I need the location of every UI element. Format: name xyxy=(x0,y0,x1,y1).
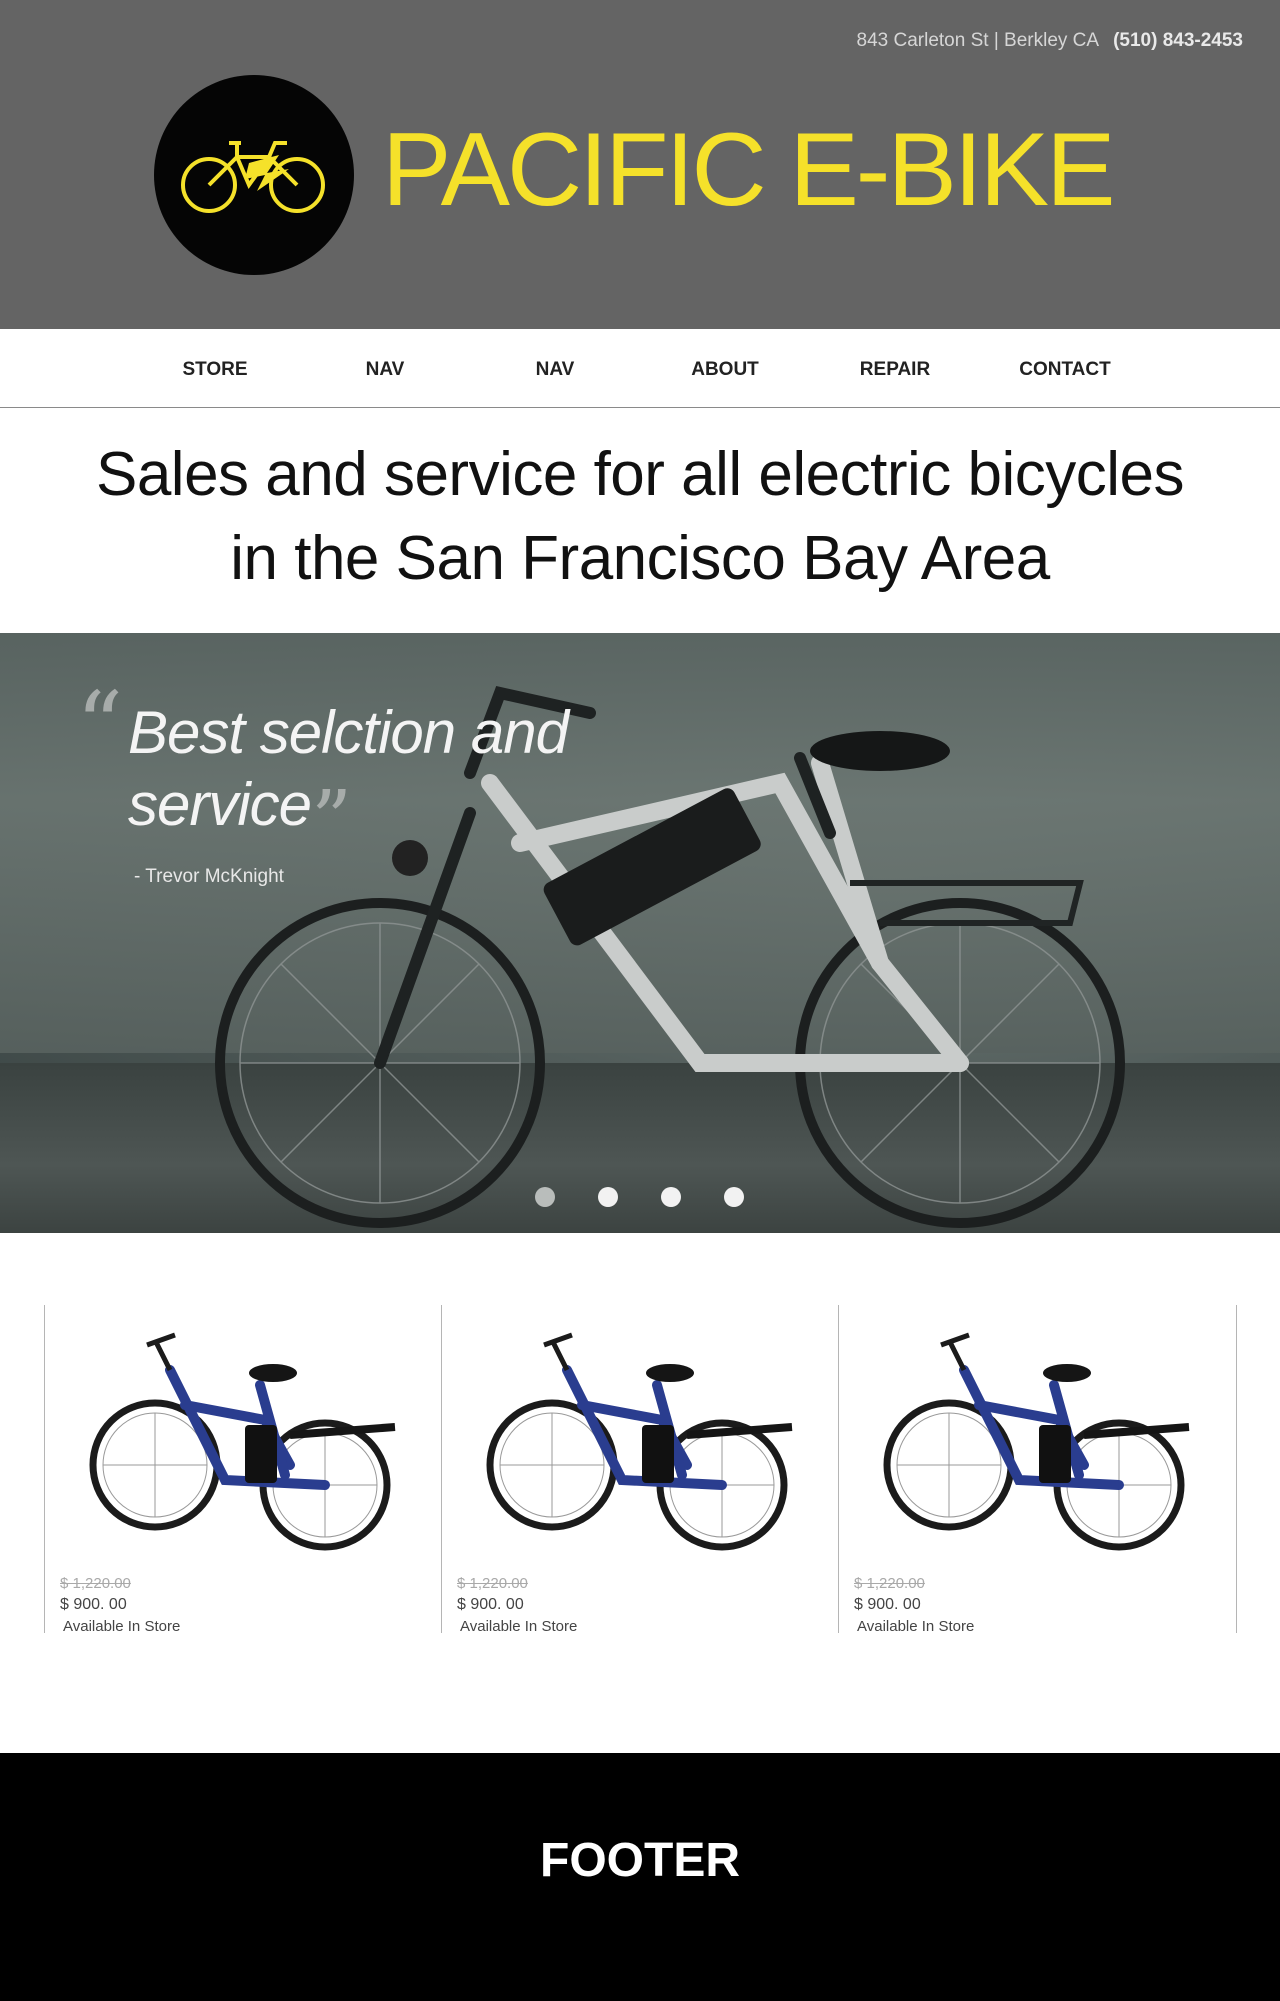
logo[interactable] xyxy=(154,75,354,275)
contact-info: 843 Carleton St | Berkley CA (510) 843-24… xyxy=(857,30,1243,52)
nav-item-repair[interactable]: REPAIR xyxy=(810,359,980,381)
site-header: 843 Carleton St | Berkley CA (510) 843-24… xyxy=(0,0,1280,329)
testimonial-quote: Best selction and service” xyxy=(128,697,598,860)
tagline-line-2: in the San Francisco Bay Area xyxy=(230,524,1050,593)
product-old-price: $ 1,220.00 xyxy=(457,1575,528,1592)
main-nav: STORE NAV NAV ABOUT REPAIR CONTACT xyxy=(0,329,1280,408)
product-availability: Available In Store xyxy=(460,1618,578,1635)
testimonial-author: - Trevor McKnight xyxy=(134,866,284,887)
product-card[interactable]: $ 1,220.00 $ 900. 00 Available In Store xyxy=(441,1305,839,1635)
product-price: $ 900. 00 xyxy=(457,1596,524,1613)
product-card[interactable]: $ 1,220.00 $ 900. 00 Available In Store xyxy=(44,1305,442,1635)
carousel-dot-3[interactable] xyxy=(661,1187,681,1207)
nav-item-contact[interactable]: CONTACT xyxy=(980,359,1150,381)
carousel-dot-2[interactable] xyxy=(598,1187,618,1207)
brand-name[interactable]: PACIFIC E-BIKE xyxy=(382,118,1115,222)
carousel-dots xyxy=(0,1187,1280,1207)
tagline: Sales and service for all electric bicyc… xyxy=(0,433,1280,601)
address-text: 843 Carleton St | Berkley CA xyxy=(856,30,1100,51)
phone-link[interactable]: (510) 843-2453 xyxy=(1113,30,1243,51)
nav-item-about[interactable]: ABOUT xyxy=(640,359,810,381)
product-price: $ 900. 00 xyxy=(60,1596,127,1613)
product-availability: Available In Store xyxy=(63,1618,181,1635)
nav-item-nav-1[interactable]: NAV xyxy=(300,359,470,381)
product-card[interactable]: $ 1,220.00 $ 900. 00 Available In Store xyxy=(838,1305,1237,1635)
product-availability: Available In Store xyxy=(857,1618,975,1635)
product-old-price: $ 1,220.00 xyxy=(60,1575,131,1592)
close-quote-icon: ” xyxy=(311,773,352,866)
tagline-line-1: Sales and service for all electric bicyc… xyxy=(95,440,1185,509)
nav-item-nav-2[interactable]: NAV xyxy=(470,359,640,381)
open-quote-icon: “ xyxy=(76,672,124,779)
carousel-dot-1[interactable] xyxy=(535,1187,555,1207)
product-bike-image xyxy=(486,1332,793,1551)
product-old-price: $ 1,220.00 xyxy=(854,1575,925,1592)
carousel-dot-4[interactable] xyxy=(724,1187,744,1207)
nav-item-store[interactable]: STORE xyxy=(130,359,300,381)
footer-label: FOOTER xyxy=(540,1834,740,1887)
product-bike-image xyxy=(883,1332,1190,1551)
site-footer: FOOTER xyxy=(0,1753,1280,2001)
product-price: $ 900. 00 xyxy=(854,1596,921,1613)
product-bike-image xyxy=(89,1332,396,1551)
electric-bike-icon xyxy=(181,141,325,213)
